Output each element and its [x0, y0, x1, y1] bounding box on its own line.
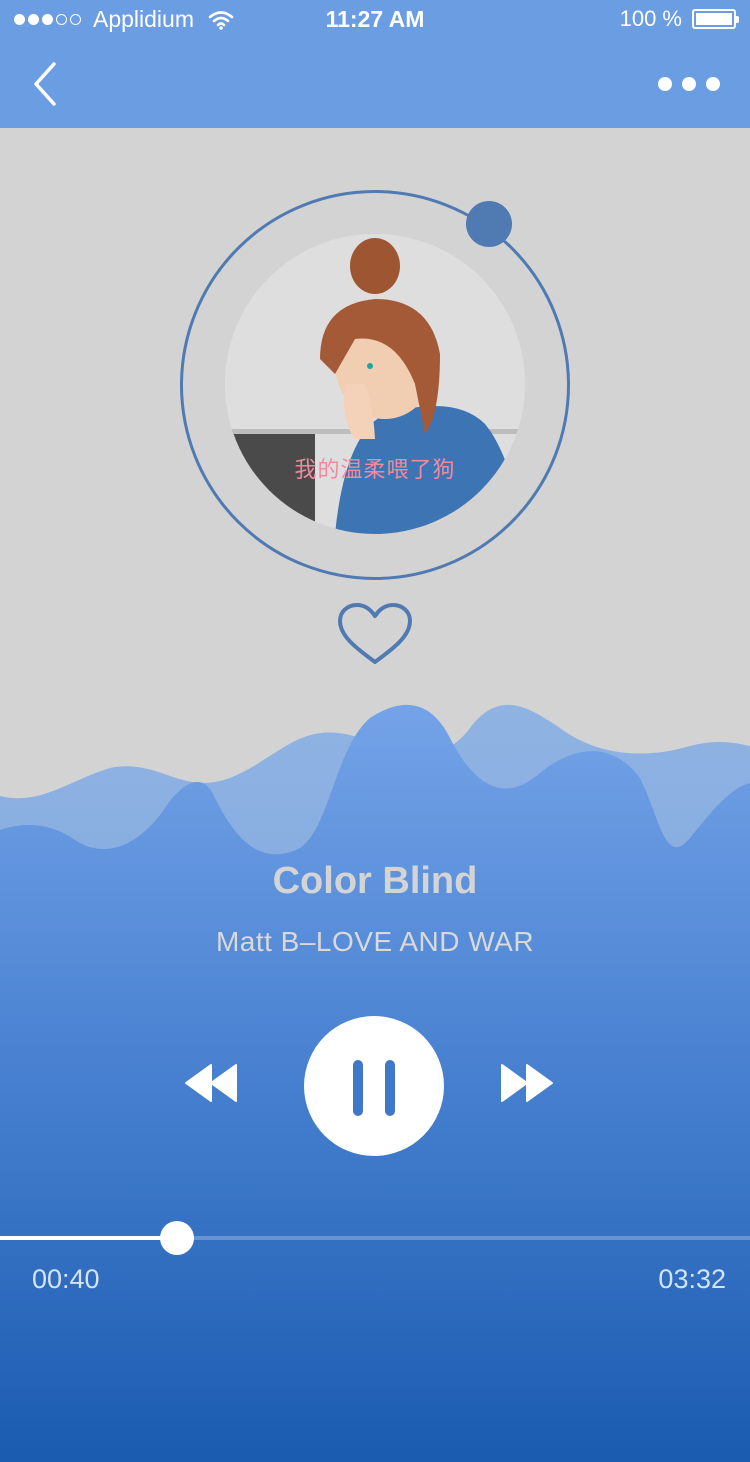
player-area: 我的温柔喂了狗 Color Blind Matt B–LOVE AND WAR — [0, 128, 750, 1462]
seek-knob[interactable] — [160, 1221, 194, 1255]
back-button[interactable] — [24, 58, 68, 110]
battery-level — [696, 13, 732, 25]
total-time: 03:32 — [658, 1264, 726, 1294]
status-right: 100 % — [619, 6, 739, 32]
album-cover: 我的温柔喂了狗 — [225, 234, 525, 534]
chevron-left-icon — [34, 62, 56, 106]
battery-icon — [692, 9, 739, 29]
album-photo — [225, 234, 525, 534]
playback-controls — [0, 1014, 750, 1158]
more-dots-icon — [658, 77, 672, 91]
seek-bar[interactable] — [0, 1221, 750, 1255]
more-options-button[interactable] — [650, 70, 720, 98]
pause-button[interactable] — [304, 1016, 444, 1156]
heart-icon[interactable] — [336, 602, 414, 668]
status-bar: Applidium 11:27 AM 100 % — [0, 0, 750, 40]
ring-progress-knob[interactable] — [466, 201, 512, 247]
song-title: Color Blind — [272, 860, 478, 902]
seek-bar-progress — [0, 1236, 177, 1240]
album-caption: 我的温柔喂了狗 — [294, 458, 456, 483]
battery-percentage: 100 % — [619, 6, 682, 31]
pause-icon — [353, 1060, 363, 1116]
nav-bar — [0, 40, 750, 128]
song-artist: Matt B–LOVE AND WAR — [215, 926, 535, 957]
fast-forward-icon[interactable] — [500, 1062, 554, 1104]
current-time: 00:40 — [32, 1264, 100, 1294]
rewind-icon[interactable] — [184, 1062, 238, 1104]
